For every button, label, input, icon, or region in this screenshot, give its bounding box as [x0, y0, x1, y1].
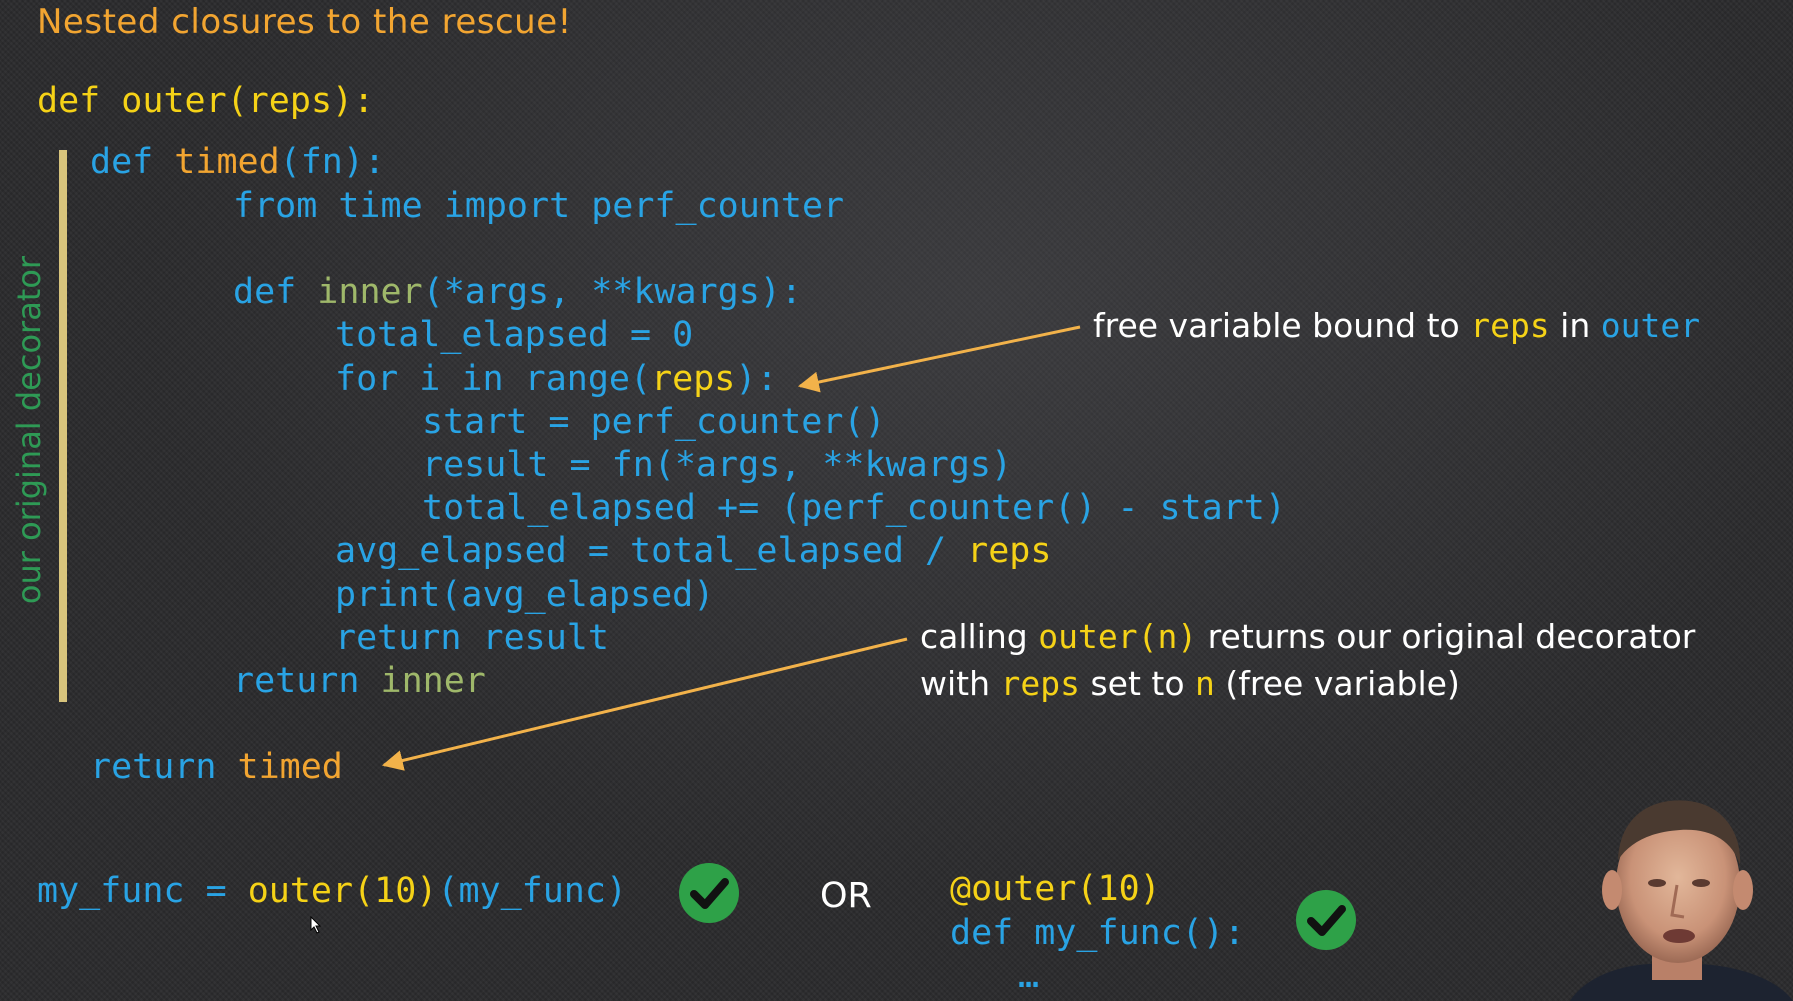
checkmark-icon — [1296, 890, 1356, 950]
ellipsis: … — [1018, 956, 1040, 996]
annotation-arrows — [381, 325, 1081, 771]
def-line: def my_func(): — [950, 913, 1246, 953]
mouse-cursor-icon — [310, 916, 322, 934]
or-label: OR — [820, 876, 872, 916]
checkmark-icon — [679, 863, 739, 923]
arrow-icon — [797, 325, 1081, 393]
presenter-webcam — [1570, 800, 1793, 1001]
usage-call-expression: my_func = outer(10)(my_func) — [37, 871, 628, 911]
decorator-line: @outer(10) — [950, 869, 1161, 909]
slide: Nested closures to the rescue! our origi… — [0, 0, 1793, 1001]
arrow-icon — [381, 637, 908, 771]
